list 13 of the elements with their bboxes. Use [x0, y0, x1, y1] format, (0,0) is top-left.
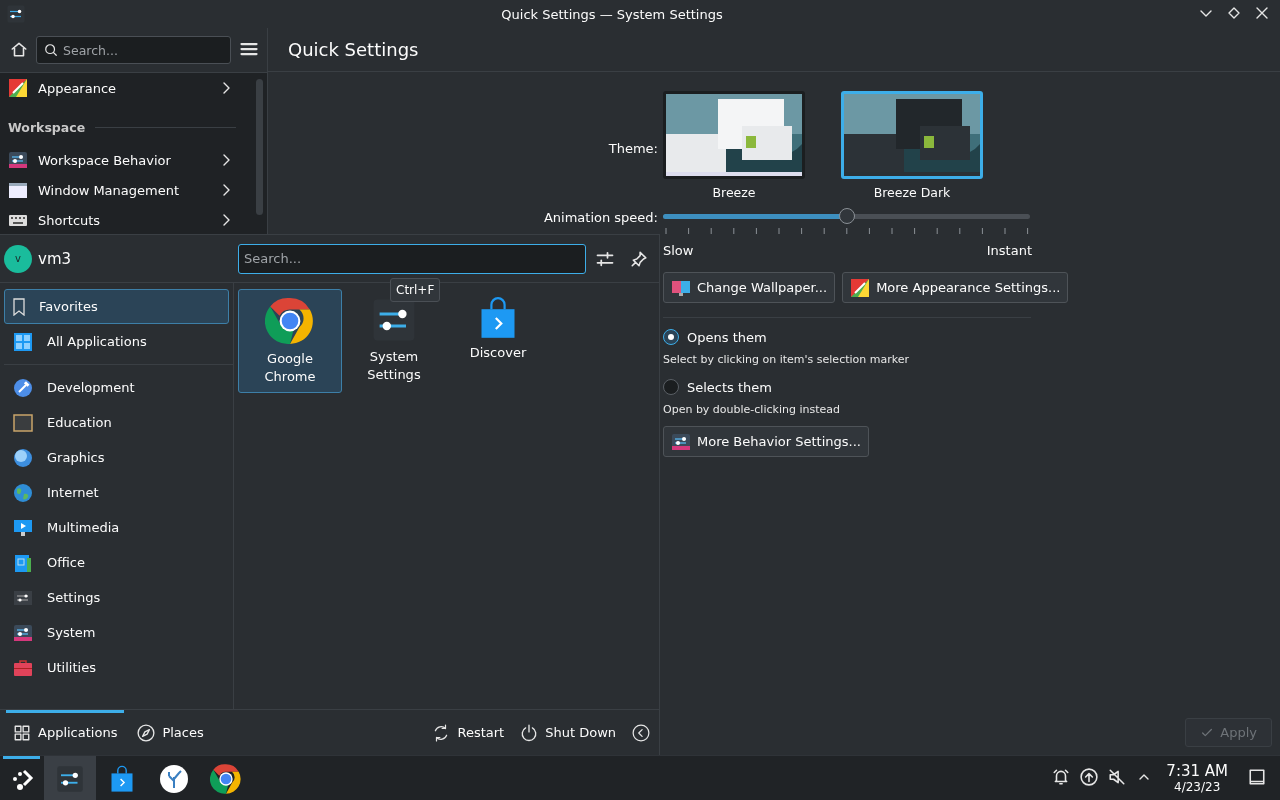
hint-text: Open by double-clicking instead — [663, 403, 841, 416]
theme-name: Breeze — [712, 185, 756, 200]
section-header: Workspace — [8, 119, 86, 135]
slider-min-label: Slow — [663, 243, 694, 258]
field-label: Animation speed: — [543, 209, 658, 225]
slider-max-label: Instant — [986, 243, 1032, 258]
theme-name: Breeze Dark — [873, 185, 951, 200]
user-name: vm3 — [38, 249, 72, 268]
tooltip: Ctrl+F — [390, 278, 441, 302]
page-title: Quick Settings — [288, 39, 419, 60]
window-title: Quick Settings — System Settings — [500, 6, 724, 22]
field-label: Theme: — [608, 140, 658, 156]
hint-text: Select by clicking on item's selection marker — [663, 353, 910, 366]
